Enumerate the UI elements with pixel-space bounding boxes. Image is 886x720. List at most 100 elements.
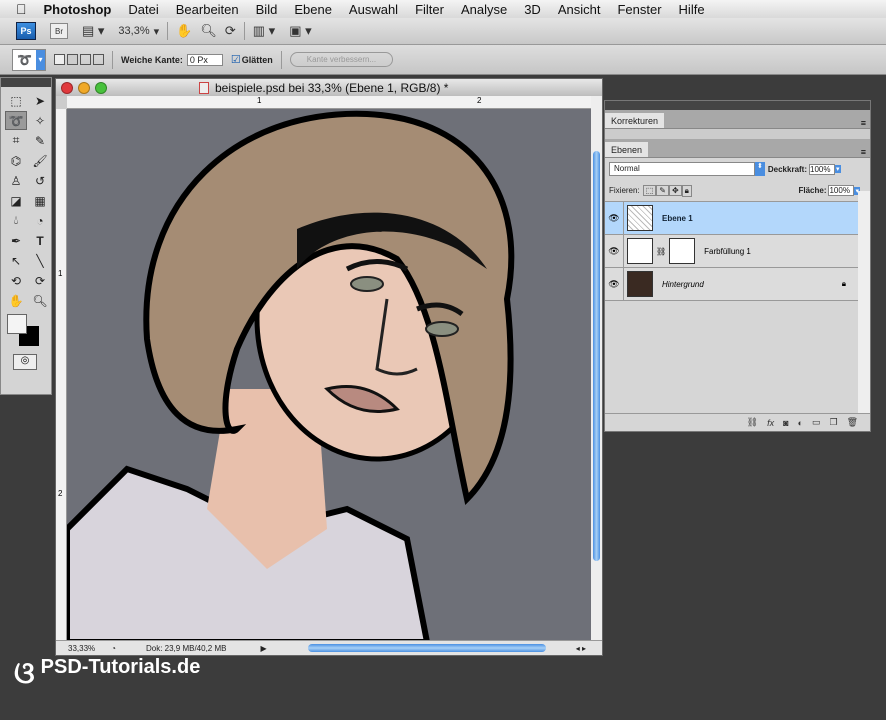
psd-file-icon (199, 81, 209, 94)
menu-filter[interactable]: Filter (415, 2, 444, 17)
color-swatches[interactable] (7, 314, 51, 352)
image-canvas[interactable] (67, 109, 591, 640)
menu-3d[interactable]: 3D (524, 2, 541, 17)
apple-icon[interactable]:  (16, 1, 27, 17)
history-brush-icon[interactable]: ↺ (29, 171, 51, 190)
antialias-label: Glätten (241, 54, 273, 65)
opacity-input[interactable]: 100% (809, 163, 836, 175)
menu-fenster[interactable]: Fenster (617, 2, 661, 17)
3d-orbit-icon[interactable]: ⟳ (29, 271, 51, 290)
panel-dock: Korrekturen ≡ Ebenen ≡ Normal ⬍ Deckkraft:… (604, 100, 871, 432)
fill-label: Fläche: (798, 186, 827, 195)
brush-tool-icon[interactable]: 🖌︎ (29, 151, 51, 170)
visibility-eye-icon[interactable]: 👁︎ (605, 202, 624, 234)
hand-tool-icon[interactable]: ✋ (176, 23, 192, 39)
menu-bild[interactable]: Bild (256, 2, 278, 17)
ruler-horizontal[interactable]: 1 2 (67, 96, 591, 109)
gradient-icon[interactable]: ▦ (29, 191, 51, 210)
rotate-view-icon[interactable]: ⟳ (225, 23, 236, 39)
dodge-tool-icon[interactable]: ◔ (29, 211, 51, 230)
visibility-eye-icon[interactable]: 👁︎ (605, 268, 624, 300)
menu-auswahl[interactable]: Auswahl (349, 2, 398, 17)
ps-logo-button[interactable]: Ps (16, 22, 36, 40)
menu-ebene[interactable]: Ebene (294, 2, 332, 17)
add-mask-icon[interactable]: ◙ (783, 418, 788, 428)
new-group-icon[interactable]: ▭ (812, 417, 821, 428)
document-title: beispiele.psd bei 33,3% (Ebene 1, RGB/8)… (215, 80, 449, 95)
eraser-icon[interactable]: ◪ (5, 191, 27, 210)
quick-mask-button[interactable]: ◎ (13, 354, 37, 370)
zoom-tool-icon[interactable]: 🔍︎ (200, 23, 217, 39)
3d-rotate-icon[interactable]: ⟲ (5, 271, 27, 290)
menu-bearbeiten[interactable]: Bearbeiten (176, 2, 239, 17)
move-tool-icon[interactable]: ➤ (29, 91, 51, 110)
lock-pixels-icon[interactable]: ✎ (656, 185, 669, 196)
arrange-documents-icon[interactable]: ▥ ▾ (253, 23, 275, 39)
bridge-button[interactable]: Br (50, 23, 68, 39)
lasso-tool-preset[interactable]: ➰ ▾ (12, 48, 46, 71)
blend-mode-dropdown[interactable]: Normal (609, 162, 755, 176)
layer-row-farbfuellung-1[interactable]: 👁︎ ⛓ Farbfüllung 1 (605, 235, 858, 268)
zoom-tool-icon[interactable]: 🔍︎ (29, 291, 51, 310)
tab-korrekturen[interactable]: Korrekturen (605, 113, 665, 128)
clone-stamp-icon[interactable]: ♙ (5, 171, 27, 190)
lasso-tool-icon[interactable]: ➰ (5, 111, 27, 130)
toolbox: ⬚ ➤ ➰ ✧ ⌗ ✎ ⌬ 🖌︎ ♙ ↺ ◪ ▦ 💧︎ ◔ ✒ T ↖ ╲ ⟲ ⟳ ✋ 🔍︎ ◎ (0, 77, 52, 395)
lock-label: Fixieren: (609, 186, 640, 195)
selection-mode-buttons[interactable] (54, 54, 104, 65)
menu-app[interactable]: Photoshop (44, 2, 112, 17)
zoom-level-dropdown[interactable]: 33,3% (118, 25, 149, 37)
layer-row-ebene-1[interactable]: 👁︎ Ebene 1 (605, 202, 858, 235)
watermark-logo: ଓ PSD-Tutorials.de (14, 656, 200, 691)
scroll-arrows-icon[interactable]: ◂ ▸ (576, 644, 586, 653)
layer-row-hintergrund[interactable]: 👁︎ Hintergrund 🔒︎ (605, 268, 858, 301)
zoom-percentage[interactable]: 33,33% (68, 644, 95, 653)
status-info-icon[interactable]: ◔ (111, 644, 116, 653)
lock-all-icon[interactable]: 🔒︎ (681, 184, 692, 197)
layer-name[interactable]: Farbfüllung 1 (704, 247, 751, 256)
ruler-vertical[interactable]: 1 2 (56, 109, 67, 640)
layer-name[interactable]: Hintergrund (662, 280, 704, 289)
horizontal-scrollbar[interactable] (308, 644, 546, 652)
menu-analyse[interactable]: Analyse (461, 2, 507, 17)
layer-name[interactable]: Ebene 1 (662, 214, 693, 223)
minimize-button[interactable] (78, 81, 90, 94)
vertical-scrollbar[interactable] (591, 96, 602, 640)
adjustment-layer-icon[interactable]: ◐ (798, 418, 803, 428)
crop-tool-icon[interactable]: ⌗ (5, 131, 27, 150)
link-layers-icon[interactable]: ⛓ (747, 417, 758, 428)
screen-mode-icon[interactable]: ▣ ▾ (289, 23, 311, 39)
feather-input[interactable]: 0 Px (186, 53, 223, 66)
eyedropper-icon[interactable]: ✎ (29, 131, 51, 150)
line-tool-icon[interactable]: ╲ (29, 251, 51, 270)
ruler-label: 1 (257, 96, 262, 105)
layers-scrollbar[interactable] (858, 191, 870, 413)
refine-edge-button[interactable]: Kante verbessern... (289, 52, 394, 67)
zoom-button[interactable] (95, 81, 107, 94)
magic-wand-icon[interactable]: ✧ (29, 111, 51, 130)
tab-ebenen[interactable]: Ebenen (605, 142, 649, 157)
view-extras-icon[interactable]: ▤ ▾ (82, 23, 104, 39)
type-tool-icon[interactable]: T (29, 231, 51, 250)
lock-transparency-icon[interactable]: ⬚ (642, 185, 657, 196)
hand-tool-icon[interactable]: ✋ (5, 291, 27, 310)
menu-datei[interactable]: Datei (128, 2, 158, 17)
pen-tool-icon[interactable]: ✒ (5, 231, 27, 250)
status-menu-arrow-icon[interactable]: ▶ (260, 644, 266, 653)
visibility-eye-icon[interactable]: 👁︎ (605, 235, 624, 267)
layers-panel-tab[interactable]: Ebenen ≡ (605, 139, 870, 158)
fill-input[interactable]: 100% (828, 185, 855, 196)
healing-brush-icon[interactable]: ⌬ (5, 151, 27, 170)
marquee-tool-icon[interactable]: ⬚ (5, 91, 27, 110)
layer-style-icon[interactable]: fx (767, 418, 774, 428)
new-layer-icon[interactable]: ❐ (829, 417, 837, 428)
blur-tool-icon[interactable]: 💧︎ (5, 211, 27, 230)
adjustments-panel-tab[interactable]: Korrekturen ≡ (605, 110, 870, 129)
menu-hilfe[interactable]: Hilfe (679, 2, 705, 17)
close-button[interactable] (61, 81, 73, 94)
lock-position-icon[interactable]: ✥ (668, 185, 682, 196)
menu-ansicht[interactable]: Ansicht (558, 2, 601, 17)
antialias-checkbox[interactable]: ☑ (231, 53, 241, 66)
path-selection-icon[interactable]: ↖ (5, 251, 27, 270)
delete-layer-icon[interactable]: 🗑︎ (847, 417, 858, 428)
